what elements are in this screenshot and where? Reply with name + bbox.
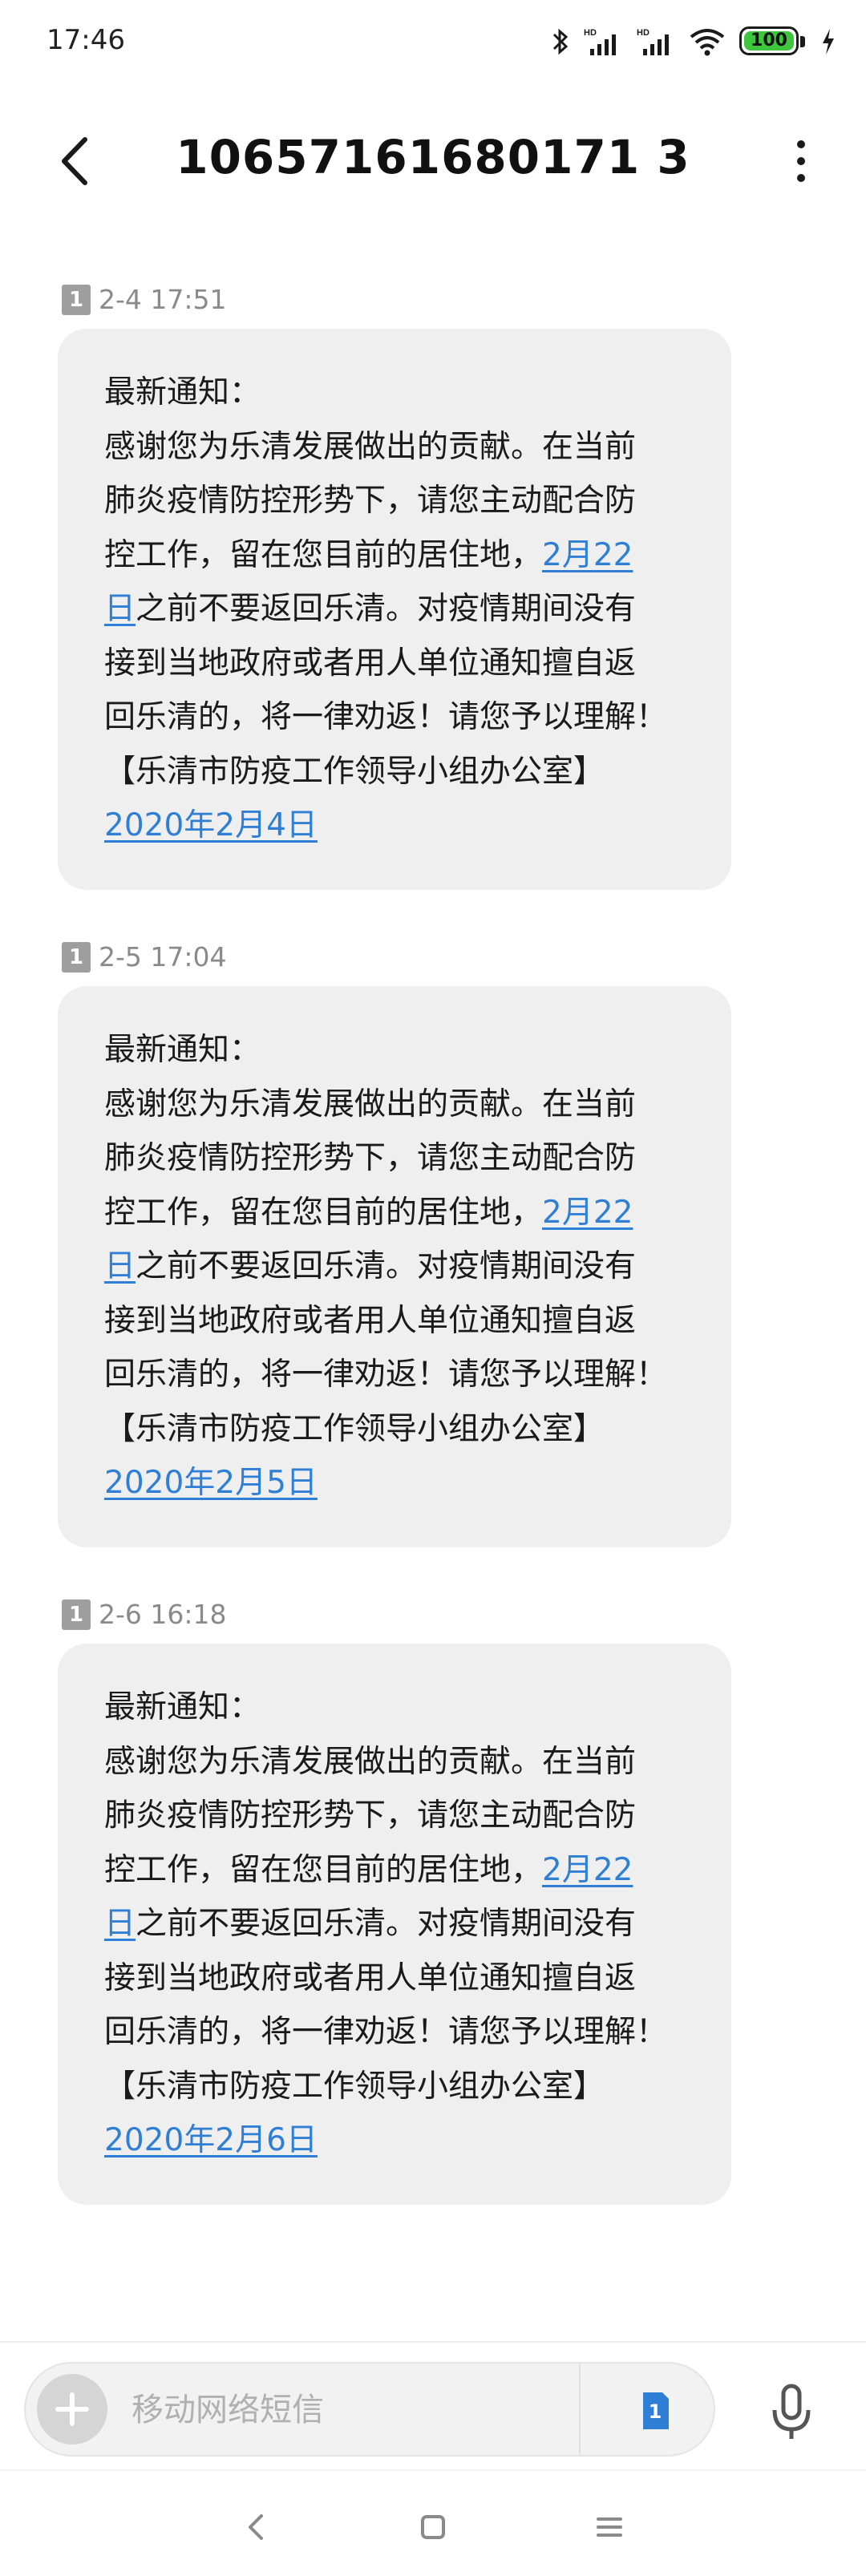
message-meta: 1 2-4 17:51 (62, 284, 227, 315)
microphone-icon (772, 2384, 811, 2439)
conversation-header: 10657161680171 3 (0, 112, 866, 208)
message-bubble[interactable]: 最新通知： 感谢您为乐清发展做出的贡献。在当前 肺炎疫情防控形势下，请您主动配合… (58, 986, 731, 1547)
nav-home-button[interactable] (409, 2503, 457, 2551)
svg-text:HD: HD (584, 28, 597, 38)
message-line: 最新通知： (104, 374, 261, 410)
date-link[interactable]: 2020年2月6日 (104, 2122, 318, 2158)
message-line: 控工作，留在您目前的居住地，2月22 (104, 528, 685, 583)
more-options-button[interactable] (789, 133, 813, 189)
voice-input-button[interactable] (763, 2381, 819, 2445)
message-bubble[interactable]: 最新通知： 感谢您为乐清发展做出的贡献。在当前 肺炎疫情防控形势下，请您主动配合… (58, 1644, 731, 2205)
compose-field-container: 1 (24, 2362, 715, 2457)
message-line: 【乐清市防疫工作领导小组办公室】 (104, 753, 605, 790)
date-link[interactable]: 日 (104, 1906, 136, 1942)
message-line: 【乐清市防疫工作领导小组办公室】 (104, 1410, 605, 1447)
message-time: 2-5 17:04 (99, 941, 227, 973)
message-line: 肺炎疫情防控形势下，请您主动配合防 (104, 1798, 637, 1834)
chevron-left-icon (62, 137, 87, 185)
menu-icon (597, 2517, 622, 2537)
compose-divider (579, 2364, 581, 2455)
message-text: 控工作，留在您目前的居住地， (104, 1851, 543, 1888)
message-text: 之前不要返回乐清。对疫情期间没有 (136, 591, 637, 627)
message-line: 2020年2月4日 (104, 799, 685, 853)
status-time: 17:46 (47, 24, 125, 56)
more-vertical-icon (797, 140, 805, 182)
nav-home-icon (421, 2515, 445, 2539)
hd-signal-icon: HD (584, 26, 622, 57)
add-attachment-button[interactable] (37, 2374, 107, 2445)
battery-icon: 100 (739, 26, 807, 57)
message-line: 【乐清市防疫工作领导小组办公室】 (104, 2068, 605, 2105)
contact-number: 10657161680171 3 (176, 130, 690, 184)
message-input[interactable] (130, 2381, 582, 2439)
message-time: 2-6 16:18 (99, 1599, 227, 1630)
messaging-screen: 17:46 HD HD 100 10657161680171 3 1 2-4 1… (0, 0, 866, 2576)
date-link[interactable]: 日 (104, 1248, 136, 1284)
sim-badge: 1 (62, 284, 91, 315)
message-text: 控工作，留在您目前的居住地， (104, 536, 543, 573)
message-line: 感谢您为乐清发展做出的贡献。在当前 (104, 428, 637, 465)
message-line: 接到当地政府或者用人单位通知擅自返 (104, 1959, 637, 1996)
charging-icon (821, 27, 836, 56)
message-line: 接到当地政府或者用人单位通知擅自返 (104, 645, 637, 681)
message-line: 最新通知： (104, 1689, 261, 1725)
message-line: 最新通知： (104, 1032, 261, 1068)
date-link[interactable]: 2020年2月5日 (104, 1465, 318, 1501)
back-button[interactable] (53, 133, 101, 189)
message-line: 日之前不要返回乐清。对疫情期间没有 (104, 1897, 685, 1951)
message-line: 回乐清的，将一律劝返！请您予以理解！ (104, 2014, 668, 2050)
message-line: 回乐清的，将一律劝返！请您予以理解！ (104, 699, 668, 735)
nav-menu-button[interactable] (585, 2503, 633, 2551)
hd-signal-icon: HD (637, 26, 675, 57)
message-line: 肺炎疫情防控形势下，请您主动配合防 (104, 483, 637, 519)
message-meta: 1 2-6 16:18 (62, 1599, 227, 1630)
bluetooth-icon (552, 27, 569, 56)
sim-badge: 1 (62, 1599, 91, 1630)
message-time: 2-4 17:51 (99, 284, 227, 315)
sim-select-label: 1 (648, 2400, 662, 2423)
date-link[interactable]: 2月22 (542, 537, 633, 573)
message-line: 感谢您为乐清发展做出的贡献。在当前 (104, 1743, 637, 1780)
message-line: 2020年2月5日 (104, 1456, 685, 1510)
message-line: 2020年2月6日 (104, 2113, 685, 2168)
compose-bar: 1 (0, 2341, 866, 2471)
message-text: 之前不要返回乐清。对疫情期间没有 (136, 1906, 637, 1942)
system-nav-bar (0, 2469, 866, 2576)
plus-icon (55, 2392, 89, 2426)
message-meta: 1 2-5 17:04 (62, 941, 227, 973)
message-text: 之前不要返回乐清。对疫情期间没有 (136, 1248, 637, 1284)
message-line: 日之前不要返回乐清。对疫情期间没有 (104, 1239, 685, 1294)
svg-text:HD: HD (637, 28, 650, 38)
message-bubble[interactable]: 最新通知： 感谢您为乐清发展做出的贡献。在当前 肺炎疫情防控形势下，请您主动配合… (58, 329, 731, 890)
nav-back-icon (249, 2514, 263, 2540)
message-line: 回乐清的，将一律劝返！请您予以理解！ (104, 1357, 668, 1393)
message-line: 肺炎疫情防控形势下，请您主动配合防 (104, 1140, 637, 1176)
message-line: 接到当地政府或者用人单位通知擅自返 (104, 1302, 637, 1339)
date-link[interactable]: 2月22 (542, 1852, 633, 1888)
message-text: 控工作，留在您目前的居住地， (104, 1194, 543, 1231)
status-icons: HD HD 100 (552, 21, 836, 63)
date-link[interactable]: 日 (104, 591, 136, 627)
sim-select-button[interactable]: 1 (627, 2383, 683, 2439)
message-line: 日之前不要返回乐清。对疫情期间没有 (104, 582, 685, 637)
battery-level: 100 (751, 30, 787, 51)
status-bar: 17:46 HD HD 100 (0, 0, 866, 88)
message-line: 控工作，留在您目前的居住地，2月22 (104, 1186, 685, 1240)
date-link[interactable]: 2020年2月4日 (104, 807, 318, 843)
date-link[interactable]: 2月22 (542, 1195, 633, 1231)
wifi-icon (690, 27, 725, 56)
nav-back-button[interactable] (233, 2503, 281, 2551)
sim-badge: 1 (62, 941, 91, 973)
message-line: 感谢您为乐清发展做出的贡献。在当前 (104, 1086, 637, 1122)
message-line: 控工作，留在您目前的居住地，2月22 (104, 1843, 685, 1898)
